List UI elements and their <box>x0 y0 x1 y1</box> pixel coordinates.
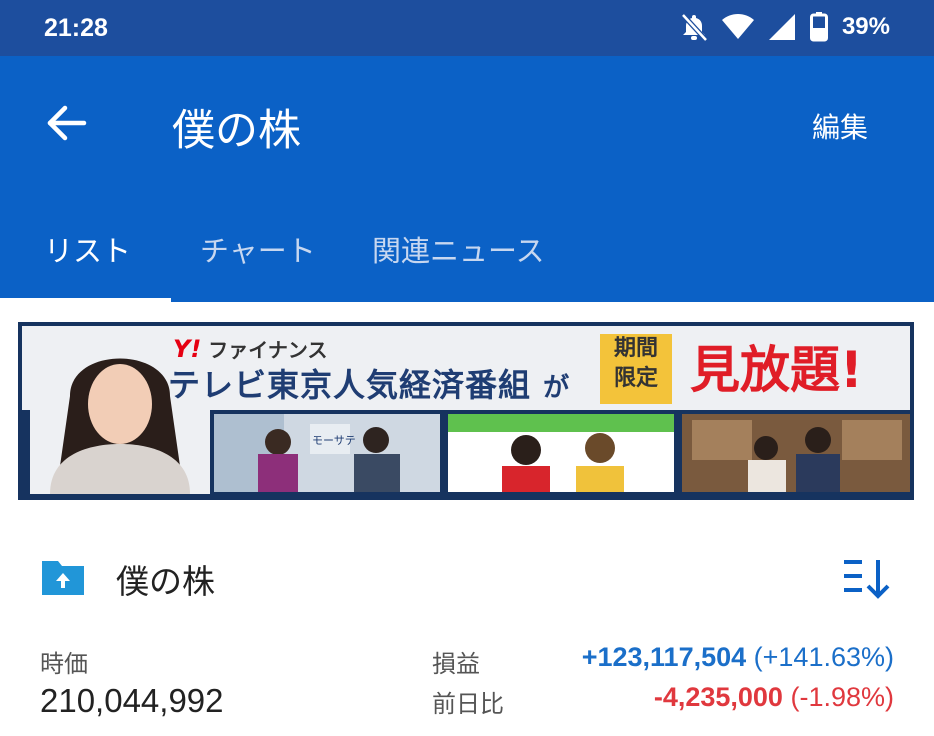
tab-bar: リスト チャート 関連ニュース <box>0 206 934 303</box>
program-thumbnail-2 <box>448 414 674 492</box>
notifications-off-icon <box>681 13 708 42</box>
status-time: 21:28 <box>44 14 108 42</box>
banner-headline: テレビ東京人気経済番組 が <box>168 366 571 404</box>
banner-brand: Y! ファイナンス <box>173 335 328 363</box>
status-bar: 21:28 39% <box>0 0 934 56</box>
market-value-label: 時価 <box>40 650 88 678</box>
program-thumbnail-3 <box>682 414 910 492</box>
cell-signal-icon <box>768 14 795 40</box>
day-change-label: 前日比 <box>432 690 504 718</box>
edit-button[interactable]: 編集 <box>812 106 868 146</box>
battery-percent: 39% <box>841 13 890 40</box>
limited-period-badge: 期間 限定 <box>600 334 672 404</box>
tab-related-news[interactable]: 関連ニュース <box>372 228 545 270</box>
ad-banner[interactable]: Y! ファイナンス テレビ東京人気経済番組 が 期間 限定 見放題! モーサテ <box>18 322 914 500</box>
sort-icon[interactable] <box>842 556 894 600</box>
app-bar: 僕の株 編集 リスト チャート 関連ニュース <box>0 56 934 303</box>
day-change-percent: (-1.98%) <box>790 682 894 712</box>
profit-label: 損益 <box>432 650 480 678</box>
profit-row: +123,117,504 (+141.63%) <box>582 642 894 673</box>
market-value: 210,044,992 <box>40 682 224 719</box>
profit-value: +123,117,504 <box>581 642 747 672</box>
thumb-caption: モーサテ <box>312 434 356 447</box>
active-tab-indicator <box>0 298 171 303</box>
profit-percent: (+141.63%) <box>753 642 894 672</box>
page-title: 僕の株 <box>172 106 301 156</box>
tab-list[interactable]: リスト <box>44 228 131 270</box>
banner-cta: 見放題! <box>690 341 863 399</box>
portfolio-name: 僕の株 <box>116 562 215 601</box>
program-thumbnail-1: モーサテ <box>214 414 440 492</box>
day-change-row: -4,235,000 (-1.98%) <box>654 682 894 713</box>
day-change-value: -4,235,000 <box>653 682 783 712</box>
battery-icon <box>809 12 828 42</box>
status-icons: 39% <box>680 12 890 42</box>
wifi-icon <box>721 14 754 39</box>
back-arrow-icon[interactable] <box>44 101 88 145</box>
tab-chart[interactable]: チャート <box>200 228 316 270</box>
yahoo-logo: Y! <box>173 335 202 363</box>
folder-upload-icon <box>42 561 84 595</box>
